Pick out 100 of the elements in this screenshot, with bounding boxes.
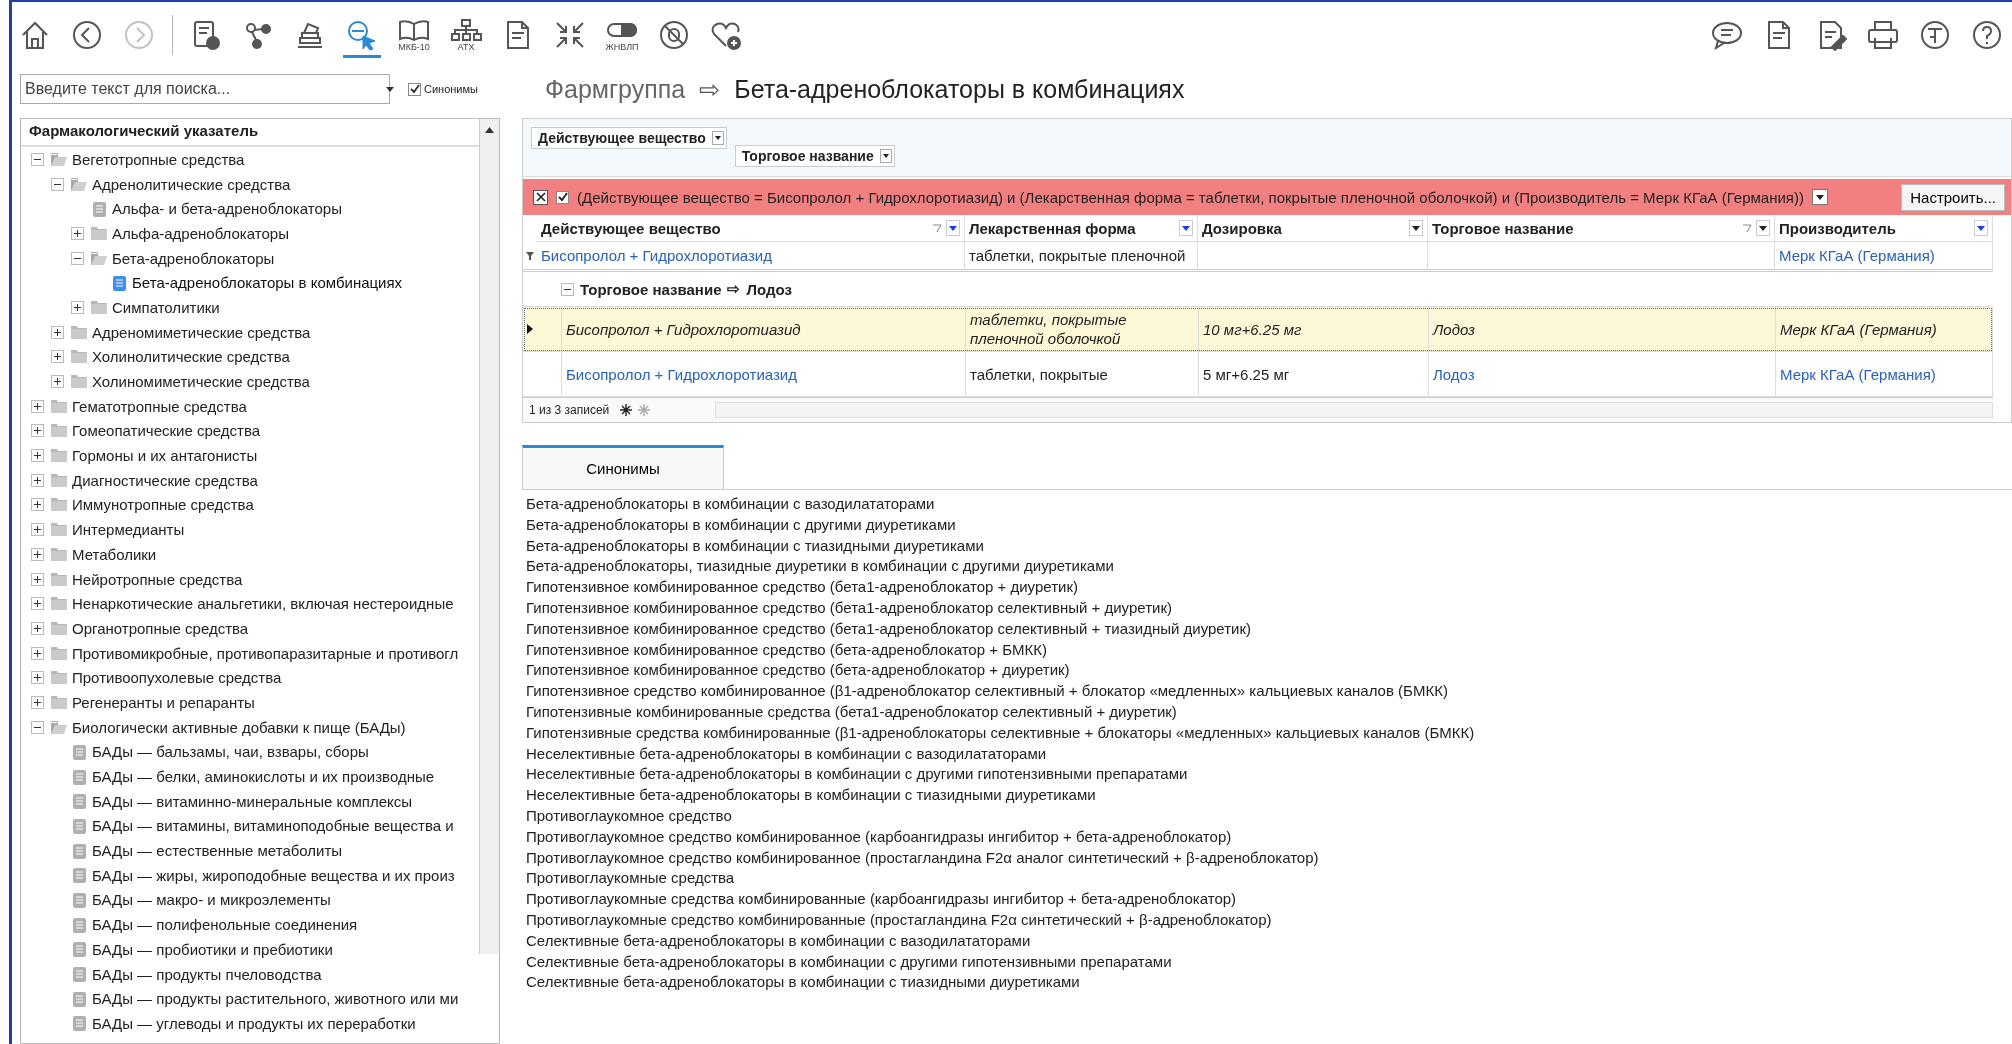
tree-item[interactable]: Регенеранты и репаранты bbox=[72, 693, 255, 711]
checkbox[interactable] bbox=[408, 82, 421, 96]
tree-item[interactable]: Диагностические средства bbox=[72, 471, 258, 489]
search-field[interactable]: Введите текст для поиска... bbox=[20, 74, 390, 104]
column-header[interactable]: Торговое название bbox=[1428, 215, 1775, 242]
dropdown-icon[interactable] bbox=[711, 131, 724, 145]
tab[interactable]: Синонимы bbox=[522, 445, 724, 489]
column-header[interactable]: Производитель bbox=[1775, 215, 1993, 242]
expand-icon[interactable] bbox=[51, 325, 64, 339]
tree-item[interactable]: Альфа- и бета-адреноблокаторы bbox=[112, 200, 342, 218]
dropdown-icon[interactable] bbox=[879, 149, 892, 163]
tree-item[interactable]: БАДы — полифенольные соединения bbox=[92, 916, 358, 934]
collapse-icon[interactable] bbox=[51, 177, 64, 191]
tree-item[interactable]: Противоопухолевые средства bbox=[72, 669, 282, 687]
tree-item[interactable]: Гомеопатические средства bbox=[72, 422, 261, 440]
new-record-icon[interactable] bbox=[619, 403, 634, 417]
expand-icon[interactable] bbox=[31, 695, 44, 709]
synonym-item: Противоглаукомные средства комбинированные (карбоангидразы ингибитор + бета-адреноблокатор) bbox=[526, 889, 1238, 910]
synonym-item: Гипотензивное средство комбинированное (β1-адреноблокатор селективный + блокатор «медленных» кальциевых каналов (БМКК) bbox=[526, 681, 1449, 702]
synonym-item: Неселективные бета-адреноблокаторы в комбинации с вазодилататорами bbox=[526, 743, 1048, 764]
close-icon[interactable] bbox=[533, 189, 548, 205]
filter-cell[interactable]: Мерк КГаА (Германия) bbox=[1779, 247, 1935, 264]
tree-item[interactable]: Биологически активные добавки к пище (БАДы) bbox=[72, 718, 406, 736]
tree-item[interactable]: БАДы — естественные метаболиты bbox=[92, 842, 343, 860]
group-chip[interactable]: Торговое название bbox=[734, 145, 895, 167]
dropdown-icon[interactable] bbox=[1815, 194, 1824, 200]
tree-item[interactable]: Бета-адреноблокаторы в комбинациях bbox=[132, 274, 403, 292]
expand-icon[interactable] bbox=[31, 572, 44, 586]
filter-cell[interactable]: Бисопролол + Гидрохлоротиазид bbox=[541, 247, 772, 264]
tree-item[interactable]: Вегетотропные средства bbox=[72, 150, 245, 168]
tree-item[interactable]: БАДы — продукты пчеловодства bbox=[92, 965, 322, 983]
filter-dropdown-icon[interactable] bbox=[946, 220, 960, 236]
expand-icon[interactable] bbox=[51, 375, 64, 389]
prohibited-icon bbox=[657, 18, 691, 51]
tree-item[interactable]: Метаболики bbox=[72, 545, 157, 563]
tree-item[interactable]: Нейротропные средства bbox=[72, 570, 243, 588]
filter-cell[interactable]: таблетки, покрытые пленочной bbox=[969, 247, 1186, 264]
tree-item[interactable]: Гормоны и их антагонисты bbox=[72, 447, 258, 465]
column-header[interactable]: Действующее вещество bbox=[537, 215, 965, 242]
column-header[interactable]: Дозировка bbox=[1198, 215, 1428, 242]
tree-item[interactable]: Симпатолитики bbox=[112, 298, 220, 316]
tree-item[interactable]: Адреномиметические средства bbox=[92, 323, 311, 341]
expand-icon[interactable] bbox=[71, 300, 84, 314]
tree-item[interactable]: Альфа-адреноблокаторы bbox=[112, 224, 289, 242]
expand-icon[interactable] bbox=[31, 547, 44, 561]
checkbox[interactable] bbox=[556, 190, 569, 204]
expand-icon[interactable] bbox=[31, 646, 44, 660]
expand-icon[interactable] bbox=[31, 498, 44, 512]
tree-item[interactable]: БАДы — пробиотики и пребиотики bbox=[92, 940, 333, 958]
tree-item[interactable]: Холинолитические средства bbox=[92, 348, 290, 366]
tree-item[interactable]: БАДы — витамины, витаминоподобные вещества и bbox=[92, 817, 454, 835]
tree-item[interactable]: БАДы — жиры, жироподобные вещества и их произ bbox=[92, 866, 455, 884]
scroll-up-icon[interactable] bbox=[485, 127, 494, 133]
expand-icon[interactable] bbox=[31, 473, 44, 487]
collapse-icon[interactable] bbox=[31, 152, 44, 166]
tree-item[interactable]: Гематотропные средства bbox=[72, 397, 247, 415]
collapse-icon[interactable] bbox=[31, 720, 44, 734]
tree-item[interactable]: Холиномиметические средства bbox=[92, 373, 310, 391]
filter-dropdown-icon[interactable] bbox=[1179, 220, 1193, 236]
toolbar-button[interactable]: МКБ-10 bbox=[395, 15, 433, 59]
filter-dropdown-icon[interactable] bbox=[1409, 220, 1423, 236]
tree-item[interactable]: Интермедианты bbox=[72, 521, 185, 539]
group-chip[interactable]: Действующее вещество bbox=[531, 127, 727, 149]
tree-item[interactable]: БАДы — бальзамы, чаи, взвары, сборы bbox=[92, 743, 369, 761]
tree-item[interactable]: БАДы — продукты растительного, животного или ми bbox=[92, 990, 459, 1008]
expand-icon[interactable] bbox=[31, 671, 44, 685]
expand-icon[interactable] bbox=[71, 226, 84, 240]
expand-icon[interactable] bbox=[31, 523, 44, 537]
breadcrumb-link[interactable]: Фармгруппа bbox=[545, 74, 686, 104]
scrollbar[interactable] bbox=[479, 119, 499, 954]
expand-icon[interactable] bbox=[31, 597, 44, 611]
tree-item[interactable]: БАДы — углеводы и продукты их переработки bbox=[92, 1014, 416, 1032]
tree-item[interactable]: Иммунотропные средства bbox=[72, 496, 254, 514]
filter-dropdown-icon[interactable] bbox=[1756, 220, 1770, 236]
tree-item[interactable]: Противомикробные, противопаразитарные и противогл bbox=[72, 644, 459, 662]
dropdown-icon[interactable] bbox=[386, 87, 394, 92]
collapse-icon[interactable] bbox=[561, 282, 574, 296]
tree-item[interactable]: Бета-адреноблокаторы bbox=[112, 249, 275, 267]
column-header[interactable]: Лекарственная форма bbox=[965, 215, 1198, 242]
group-separator: ⇨ bbox=[727, 280, 741, 298]
tree-item[interactable]: Органотропные средства bbox=[72, 619, 249, 637]
tree-item[interactable]: БАДы — витаминно-минеральные комплексы bbox=[92, 792, 413, 810]
expand-icon[interactable] bbox=[31, 399, 44, 413]
tree-item[interactable]: Адренолитические средства bbox=[92, 175, 291, 193]
collapse-icon[interactable] bbox=[71, 251, 84, 265]
tree-item[interactable]: БАДы — макро- и микроэлементы bbox=[92, 891, 331, 909]
toolbar-button[interactable]: АТХ bbox=[447, 15, 485, 59]
back-icon bbox=[70, 18, 104, 51]
customize-button[interactable]: Настроить... bbox=[1901, 183, 2005, 211]
folder-icon bbox=[50, 571, 68, 587]
filter-dropdown-icon[interactable] bbox=[1974, 220, 1988, 236]
toolbar-button[interactable]: ЖНВЛП bbox=[603, 15, 641, 59]
tree-item[interactable]: Ненаркотические анальгетики, включая нестероидные bbox=[72, 595, 454, 613]
expand-icon[interactable] bbox=[51, 350, 64, 364]
expand-icon[interactable] bbox=[31, 621, 44, 635]
expand-icon[interactable] bbox=[31, 424, 44, 438]
expand-icon[interactable] bbox=[31, 449, 44, 463]
tree-item[interactable]: БАДы — белки, аминокислоты и их производные bbox=[92, 768, 435, 786]
scrollbar[interactable] bbox=[715, 402, 1993, 418]
table-row[interactable]: Бисопролол + Гидрохлоротиазид таблетки, покрытые пленочной оболочкой 10 мг+6.25 мг Лодоз Мерк КГаА (Германия) bbox=[523, 307, 1993, 352]
